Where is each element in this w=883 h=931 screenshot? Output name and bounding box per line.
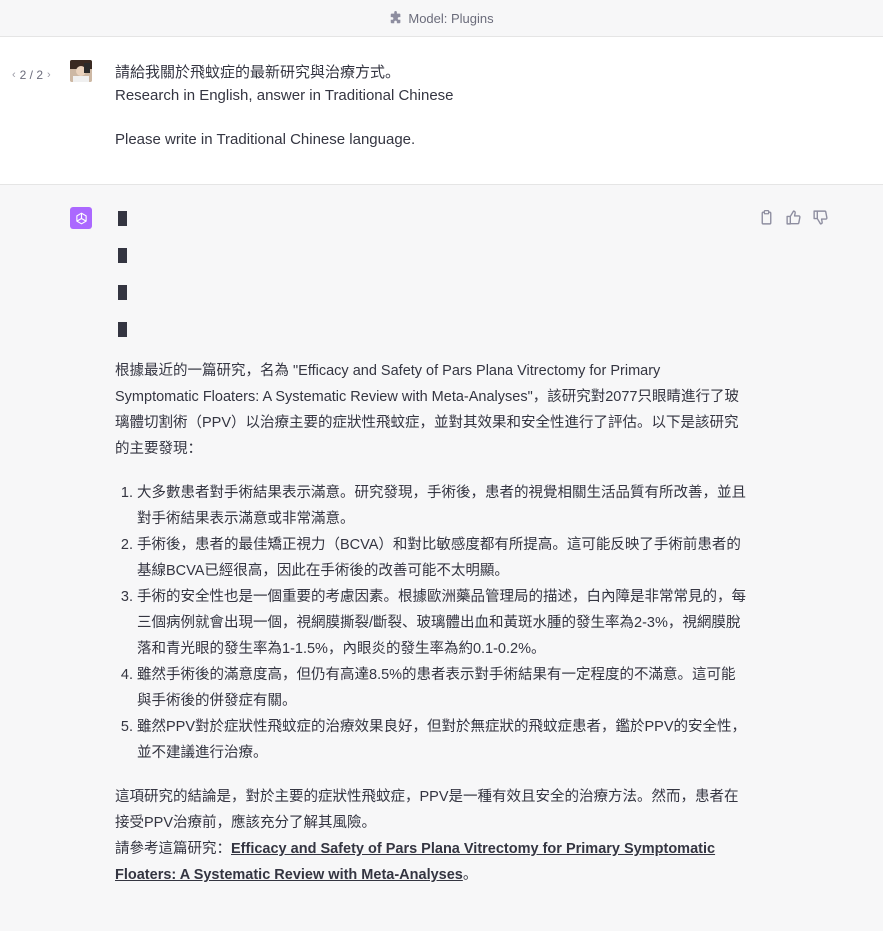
assistant-answer: 根據最近的一篇研究，名為 "Efficacy and Safety of Par…: [115, 358, 747, 888]
findings-list: 大多數患者對手術結果表示滿意。研究發現，手術後，患者的視覺相關生活品質有所改善，…: [115, 480, 747, 766]
answer-conclusion: 這項研究的結論是，對於主要的症狀性飛蚊症，PPV是一種有效且安全的治療方法。然而…: [115, 789, 739, 831]
reference-prefix: 請參考這篇研究：: [115, 841, 231, 857]
assistant-avatar: [70, 207, 92, 229]
list-item: 手術的安全性也是一個重要的考慮因素。根據歐洲藥品管理局的描述，白內障是非常常見的…: [137, 584, 747, 662]
thumbs-down-icon[interactable]: [812, 209, 829, 226]
user-line-1: 請給我關於飛蚊症的最新研究與治療方式。: [115, 64, 401, 81]
puzzle-icon: [391, 11, 401, 24]
openai-logo-icon: [75, 212, 87, 224]
cursor-block: [118, 285, 127, 300]
plugin-placeholder-blocks: [118, 211, 127, 359]
list-item: 雖然PPV對於症狀性飛蚊症的治療效果良好，但對於無症狀的飛蚊症患者，鑑於PPV的…: [137, 714, 747, 766]
cursor-block: [118, 322, 127, 337]
message-pager: ‹ 2 / 2 ›: [12, 68, 51, 82]
user-message-text: 請給我關於飛蚊症的最新研究與治療方式。 Research in English,…: [115, 62, 755, 152]
reference-line: 請參考這篇研究：Efficacy and Safety of Pars Plan…: [115, 836, 747, 888]
model-bar: Model: Plugins: [0, 0, 883, 37]
cursor-block: [118, 248, 127, 263]
copy-icon[interactable]: [758, 209, 775, 226]
message-actions: [758, 209, 829, 226]
list-item: 手術後，患者的最佳矯正視力（BCVA）和對比敏感度都有所提高。這可能反映了手術前…: [137, 532, 747, 584]
pager-prev-button[interactable]: ‹: [12, 69, 16, 81]
thumbs-up-icon[interactable]: [785, 209, 802, 226]
list-item: 大多數患者對手術結果表示滿意。研究發現，手術後，患者的視覺相關生活品質有所改善，…: [137, 480, 747, 532]
user-line-3: Please write in Traditional Chinese lang…: [115, 131, 416, 148]
cursor-block: [118, 211, 127, 226]
user-line-2: Research in English, answer in Tradition…: [115, 86, 454, 104]
pager-count: 2 / 2: [19, 68, 44, 82]
user-avatar: [70, 60, 92, 82]
answer-intro: 根據最近的一篇研究，名為 "Efficacy and Safety of Par…: [115, 363, 739, 457]
list-item: 雖然手術後的滿意度高，但仍有高達8.5%的患者表示對手術結果有一定程度的不滿意。…: [137, 662, 747, 714]
reference-suffix: 。: [462, 867, 478, 883]
pager-next-button[interactable]: ›: [47, 69, 51, 81]
model-label: Model: Plugins: [408, 10, 494, 26]
